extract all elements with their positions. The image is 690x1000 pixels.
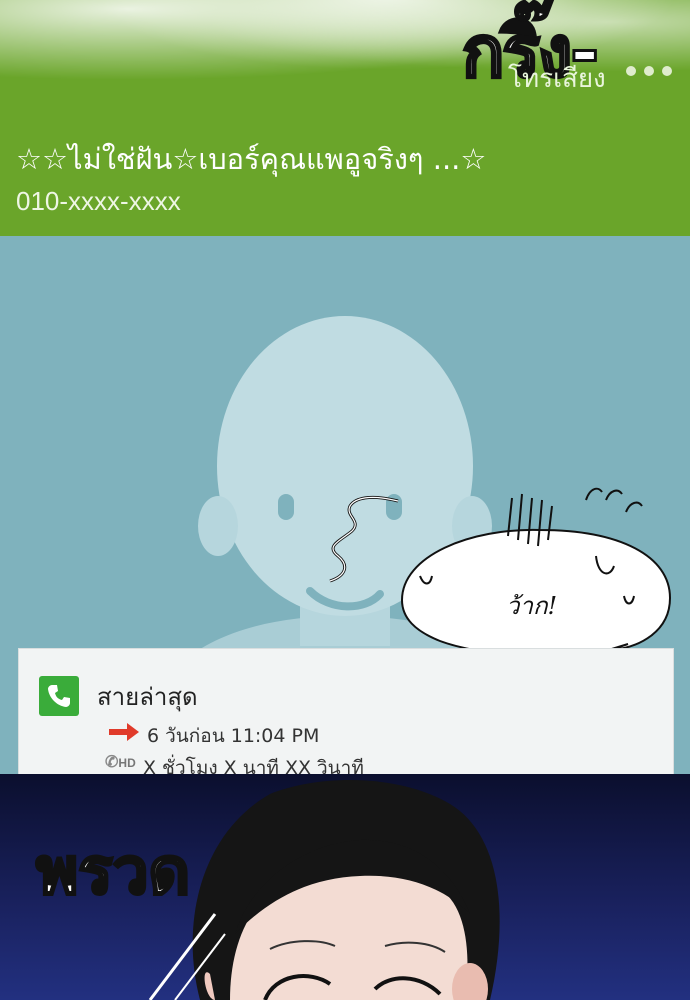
- caller-number: 010-xxxx-xxxx: [16, 186, 181, 216]
- hd-voice-icon: ✆HD: [105, 754, 136, 771]
- more-dots-icon: [626, 66, 672, 76]
- voice-call-label: โทรเสียง: [508, 63, 606, 93]
- recent-calls-card[interactable]: สายล่าสุด 6 วันก่อน 11:04 PM ✆HD X ชั่วโ…: [18, 648, 674, 779]
- outgoing-arrow-icon: [109, 723, 139, 741]
- sfx-wow-text: ว้าก!: [506, 592, 558, 620]
- hd-label: HD: [118, 756, 136, 770]
- recent-calls-title: สายล่าสุด: [97, 683, 198, 711]
- last-call-time: 6 วันก่อน 11:04 PM: [147, 725, 320, 747]
- incoming-call-header: กริ๊ง- โทรเสียง ☆☆ไม่ใช่ฝัน☆เบอร์คุณแพอู…: [0, 0, 690, 236]
- phone-icon: [39, 676, 79, 716]
- sfx-whoosh-text: พรวด: [34, 834, 191, 911]
- caller-name: ☆☆ไม่ใช่ฝัน☆เบอร์คุณแพอูจริงๆ ...☆: [16, 142, 487, 176]
